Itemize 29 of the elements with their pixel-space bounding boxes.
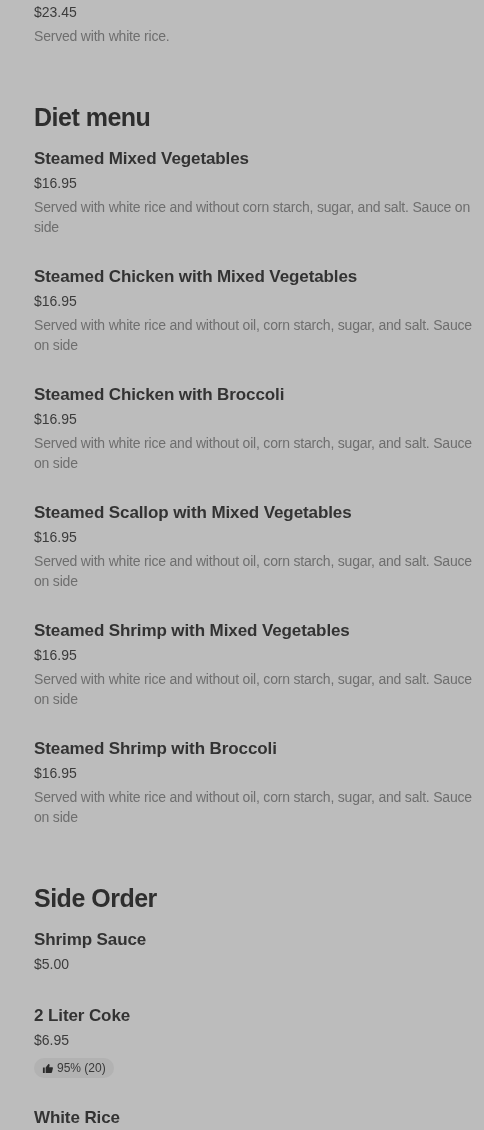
rating-text: 95% (20) — [57, 1060, 106, 1076]
item-title: Steamed Shrimp with Mixed Vegetables — [34, 620, 351, 642]
item-description: Served with white rice and without oil, corn starch, sugar, and salt. Sauce on side — [34, 670, 473, 709]
item-price: $23.45 — [34, 3, 78, 22]
item-title: 2 Liter Coke — [34, 1005, 132, 1027]
item-description: Served with white rice and without oil, corn starch, sugar, and salt. Sauce on side — [34, 434, 473, 473]
section-heading: Diet menu — [34, 102, 152, 133]
item-description: Served with white rice and without oil, corn starch, sugar, and salt. Sauce on side — [34, 316, 473, 355]
item-price: $5.00 — [34, 955, 71, 974]
item-title: Steamed Chicken with Mixed Vegetables — [34, 266, 359, 288]
item-description: Served with white rice. — [34, 27, 171, 46]
item-description: Served with white rice and without oil, corn starch, sugar, and salt. Sauce on side — [34, 552, 473, 591]
item-price: $16.95 — [34, 528, 78, 547]
item-price: $16.95 — [34, 292, 78, 311]
item-title: Steamed Mixed Vegetables — [34, 148, 250, 170]
section-heading: Side Order — [34, 883, 158, 914]
item-description: Served with white rice and without corn starch, sugar, and salt. Sauce on side — [34, 198, 471, 237]
item-price: $16.95 — [34, 174, 78, 193]
item-title: Shrimp Sauce — [34, 929, 148, 951]
item-price: $6.95 — [34, 1031, 71, 1050]
item-title: Steamed Chicken with Broccoli — [34, 384, 286, 406]
item-title: White Rice — [34, 1107, 121, 1129]
item-price: $16.95 — [34, 764, 78, 783]
item-title: Steamed Scallop with Mixed Vegetables — [34, 502, 353, 524]
item-title: Steamed Shrimp with Broccoli — [34, 738, 278, 760]
item-price: $16.95 — [34, 646, 78, 665]
item-description: Served with white rice and without oil, corn starch, sugar, and salt. Sauce on side — [34, 788, 473, 827]
item-price: $16.95 — [34, 410, 78, 429]
thumbs-up-icon — [42, 1062, 53, 1074]
